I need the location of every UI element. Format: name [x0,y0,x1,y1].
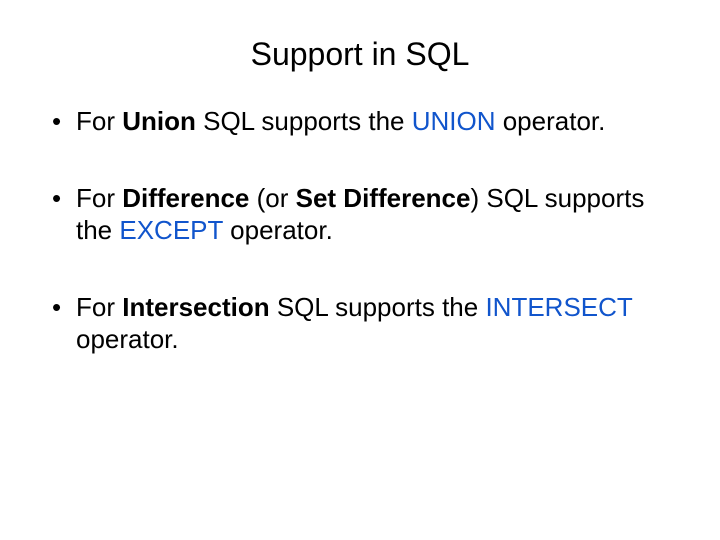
text-fragment: operator. [76,324,179,354]
text-fragment: SQL supports the [270,292,486,322]
text-fragment: operator. [223,215,333,245]
list-item: For Union SQL supports the UNION operato… [48,105,672,138]
slide-title: Support in SQL [48,36,672,73]
bold-term: Intersection [122,292,269,322]
sql-keyword: EXCEPT [119,215,223,245]
list-item: For Intersection SQL supports the INTERS… [48,291,672,356]
list-item: For Difference (or Set Difference) SQL s… [48,182,672,247]
sql-keyword: UNION [412,106,496,136]
text-fragment: operator. [496,106,606,136]
text-fragment: For [76,292,122,322]
text-fragment: For [76,183,122,213]
bullet-list: For Union SQL supports the UNION operato… [48,105,672,356]
sql-keyword: INTERSECT [485,292,632,322]
text-fragment: (or [249,183,295,213]
text-fragment: SQL supports the [196,106,412,136]
bold-term: Set Difference [296,183,471,213]
bold-term: Difference [122,183,249,213]
text-fragment: For [76,106,122,136]
bold-term: Union [122,106,196,136]
